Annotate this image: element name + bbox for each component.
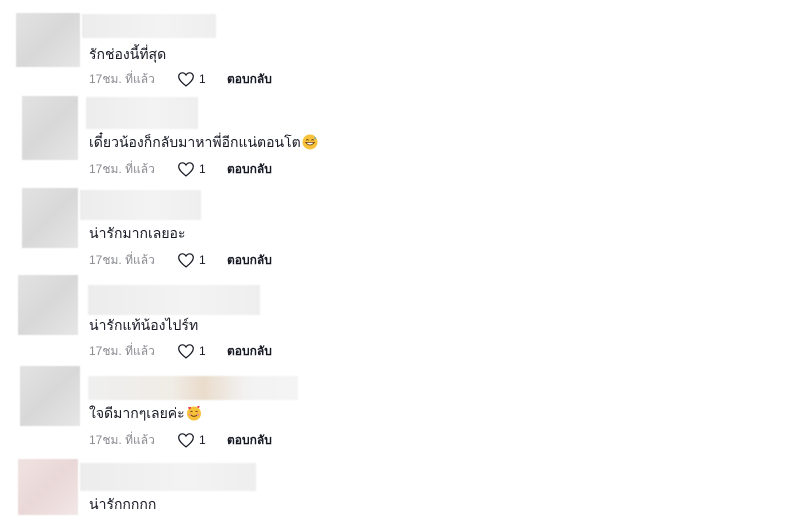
like-count: 1: [199, 344, 206, 358]
comment-text-content: เดี๋ยวน้องก็กลับมาหาพี่อีกแน่ตอนโต: [89, 134, 301, 150]
reply-button[interactable]: ตอบกลับ: [227, 161, 272, 177]
comment-meta: 17ชม. ที่แล้ว 1 ตอบกลับ: [89, 343, 272, 359]
comment-meta: 17ชม. ที่แล้ว 1 ตอบกลับ: [89, 252, 272, 268]
heart-outline-icon[interactable]: [177, 71, 195, 87]
username-blurred[interactable]: [86, 97, 198, 129]
heart-outline-icon[interactable]: [177, 432, 195, 448]
avatar[interactable]: [22, 188, 78, 248]
heart-outline-icon[interactable]: [177, 343, 195, 359]
avatar[interactable]: [20, 366, 80, 426]
username-blurred[interactable]: [80, 190, 201, 220]
avatar[interactable]: [18, 459, 78, 515]
username-blurred[interactable]: [88, 376, 298, 400]
username-blurred[interactable]: [80, 463, 256, 491]
avatar[interactable]: [16, 13, 80, 67]
reply-button[interactable]: ตอบกลับ: [227, 71, 272, 87]
heart-outline-icon[interactable]: [177, 252, 195, 268]
comment-meta: 17ชม. ที่แล้ว 1 ตอบกลับ: [89, 432, 272, 448]
like-count: 1: [199, 162, 206, 176]
reply-button[interactable]: ตอบกลับ: [227, 432, 272, 448]
comment-text: ใจดีมากๆเลยค่ะ: [89, 404, 202, 422]
comment-text: น่ารักกกกก: [89, 496, 157, 512]
heart-outline-icon[interactable]: [177, 161, 195, 177]
comment-meta: 17ชม. ที่แล้ว 1 ตอบกลับ: [89, 161, 272, 177]
like-count: 1: [199, 433, 206, 447]
comment-time: 17ชม. ที่แล้ว: [89, 162, 155, 176]
comment-text: น่ารักมากเลยอะ: [89, 225, 186, 241]
comment-text: รักช่องนี้ที่สุด: [89, 46, 167, 62]
reply-button[interactable]: ตอบกลับ: [227, 343, 272, 359]
username-blurred[interactable]: [82, 14, 216, 38]
comment-text-content: ใจดีมากๆเลยค่ะ: [89, 405, 185, 421]
like-count: 1: [199, 253, 206, 267]
grinning-sweat-emoji-icon: [302, 134, 318, 150]
comment-meta: 17ชม. ที่แล้ว 1 ตอบกลับ: [89, 71, 272, 87]
comment-item: น่ารักกกกก: [0, 455, 800, 525]
comment-item: น่ารักแท้น้องไปร์ท 17ชม. ที่แล้ว 1 ตอบกล…: [0, 273, 800, 365]
comment-text: น่ารักแท้น้องไปร์ท: [89, 317, 199, 333]
reply-button[interactable]: ตอบกลับ: [227, 252, 272, 268]
username-blurred[interactable]: [88, 285, 260, 315]
comment-item: รักช่องนี้ที่สุด 17ชม. ที่แล้ว 1 ตอบกลับ: [0, 0, 800, 92]
comment-time: 17ชม. ที่แล้ว: [89, 253, 155, 267]
comment-item: ใจดีมากๆเลยค่ะ 17ชม. ที่แล้ว 1 ตอบกลับ: [0, 364, 800, 456]
comment-time: 17ชม. ที่แล้ว: [89, 344, 155, 358]
like-count: 1: [199, 72, 206, 86]
comment-item: เดี๋ยวน้องก็กลับมาหาพี่อีกแน่ตอนโต 17ชม.…: [0, 91, 800, 183]
avatar[interactable]: [18, 275, 78, 335]
comment-item: น่ารักมากเลยอะ 17ชม. ที่แล้ว 1 ตอบกลับ: [0, 182, 800, 274]
comment-time: 17ชม. ที่แล้ว: [89, 433, 155, 447]
avatar[interactable]: [22, 96, 78, 160]
smiling-hearts-emoji-icon: [186, 405, 202, 421]
comment-text: เดี๋ยวน้องก็กลับมาหาพี่อีกแน่ตอนโต: [89, 133, 318, 151]
comment-time: 17ชม. ที่แล้ว: [89, 72, 155, 86]
